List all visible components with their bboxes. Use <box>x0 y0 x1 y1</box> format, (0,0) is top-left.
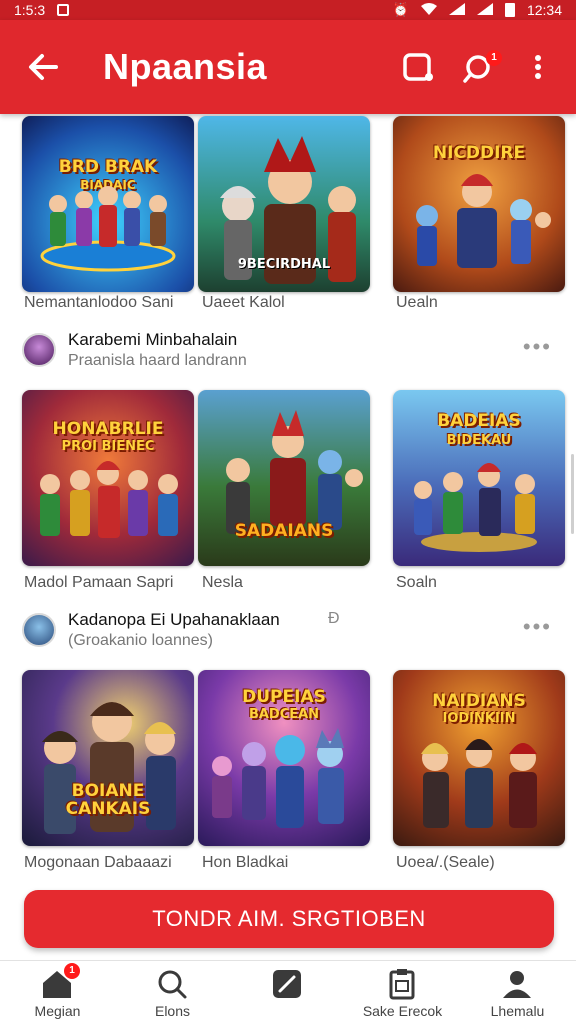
more-horizontal-icon[interactable]: ••• <box>523 614 552 640</box>
edit-icon <box>273 970 301 998</box>
game-card[interactable]: 9BECIRDHAL <box>198 116 370 292</box>
nav-label: Lhemalu <box>490 1003 545 1019</box>
game-card[interactable]: BOIANE CANKAIS <box>22 670 194 846</box>
card-artwork <box>42 702 176 834</box>
primary-action-button[interactable]: TONDR AIM. SRGTIOBEN <box>24 890 554 948</box>
card-caption: Mogonaan Dabaaazi <box>24 854 172 871</box>
back-button[interactable] <box>20 44 66 90</box>
app-screen: 1:5:3 ⏰ 12:34 Npaansia 1 BRD BRAK BIADAI… <box>0 0 576 1024</box>
card-art-subtitle: CANKAIS <box>65 799 151 819</box>
game-card[interactable]: BADEIAS BIDEKAU <box>393 390 565 566</box>
game-card[interactable]: HONABRLIE PROI BIENEC <box>22 390 194 566</box>
avatar <box>22 613 56 647</box>
clipboard-icon <box>389 969 415 1000</box>
scrollbar[interactable] <box>571 454 574 534</box>
search-icon <box>158 970 187 999</box>
notification-badge: 1 <box>486 50 502 66</box>
section-header[interactable]: Karabemi Minbahalain Praanisla haard lan… <box>22 326 554 376</box>
card-artwork <box>40 461 178 538</box>
nav-item-profile[interactable]: Lhemalu <box>460 961 575 1024</box>
status-time-left: 1:5:3 <box>14 2 46 18</box>
nav-label: Sake Erecok <box>362 1003 443 1019</box>
card-artwork <box>212 728 344 828</box>
notification-icon <box>57 4 70 16</box>
section-marker: Ɖ <box>328 610 340 627</box>
nav-item-compose[interactable] <box>230 961 345 1024</box>
card-artwork <box>421 739 537 828</box>
profile-icon <box>503 971 531 998</box>
avatar <box>22 333 56 367</box>
card-caption: Soaln <box>396 574 437 591</box>
card-art-title: BOIANE <box>71 781 145 801</box>
card-art-title: SADAIANS <box>234 521 334 541</box>
status-time-right: 12:34 <box>526 2 562 18</box>
card-artwork <box>414 463 537 552</box>
bottom-navigation: 1 Megian Elons Sake Erecok Lhemalu <box>0 960 576 1024</box>
card-artwork <box>40 186 176 272</box>
nav-label: Megian <box>34 1003 81 1019</box>
card-artwork <box>416 174 551 268</box>
nav-item-search[interactable]: Elons <box>115 961 230 1024</box>
battery-icon <box>504 3 515 17</box>
share-icon <box>403 53 433 81</box>
signal-icon-2 <box>476 2 493 18</box>
nav-item-clipboard[interactable]: Sake Erecok <box>345 961 460 1024</box>
card-caption: Uealn <box>396 294 438 311</box>
app-bar: Npaansia 1 <box>0 20 576 114</box>
game-card[interactable]: NICDDIRE <box>393 116 565 292</box>
status-bar: 1:5:3 ⏰ 12:34 <box>0 0 576 20</box>
card-art-subtitle: 9BECIRDHAL <box>237 257 331 272</box>
card-caption: Madol Pamaan Sapri <box>24 574 174 591</box>
nav-item-home[interactable]: 1 Megian <box>0 961 115 1024</box>
page-title: Npaansia <box>103 46 268 87</box>
card-caption: Uaeet Kalol <box>202 294 285 311</box>
section-name: Kadanopa Ei Upahanaklaan <box>68 610 280 629</box>
game-card[interactable]: SADAIANS <box>198 390 370 566</box>
wifi-icon <box>420 2 437 18</box>
section-subtitle: (Groakanio loannes) <box>68 632 213 649</box>
game-card[interactable]: DUPEIAS BADCEAN <box>198 670 370 846</box>
nav-badge: 1 <box>64 963 80 979</box>
more-vertical-icon <box>535 55 541 79</box>
signal-icon <box>448 2 465 18</box>
card-caption: Nesla <box>202 574 243 591</box>
notifications-button[interactable]: 1 <box>456 44 502 90</box>
game-card[interactable]: NAIDIANS IODINKIIN <box>393 670 565 846</box>
overflow-menu-button[interactable] <box>518 44 558 90</box>
nav-label: Elons <box>154 1003 191 1019</box>
game-card[interactable]: BRD BRAK BIADAIC <box>22 116 194 292</box>
section-header[interactable]: Kadanopa Ei Upahanaklaan (Groakanio loan… <box>22 606 554 656</box>
section-name: Karabemi Minbahalain <box>68 330 238 349</box>
card-caption: Hon Bladkai <box>202 854 289 871</box>
share-button[interactable] <box>396 44 440 90</box>
content-feed: BRD BRAK BIADAIC 9BECIRDHAL NICDDIRE Nem… <box>0 114 576 960</box>
more-horizontal-icon[interactable]: ••• <box>523 334 552 360</box>
back-arrow-icon <box>29 54 58 80</box>
section-subtitle: Praanisla haard landrann <box>68 352 247 369</box>
card-caption: Nemantanlodoo Sani <box>24 294 174 311</box>
card-caption: Uoea/.(Seale) <box>396 854 495 871</box>
alarm-icon: ⏰ <box>392 2 409 17</box>
